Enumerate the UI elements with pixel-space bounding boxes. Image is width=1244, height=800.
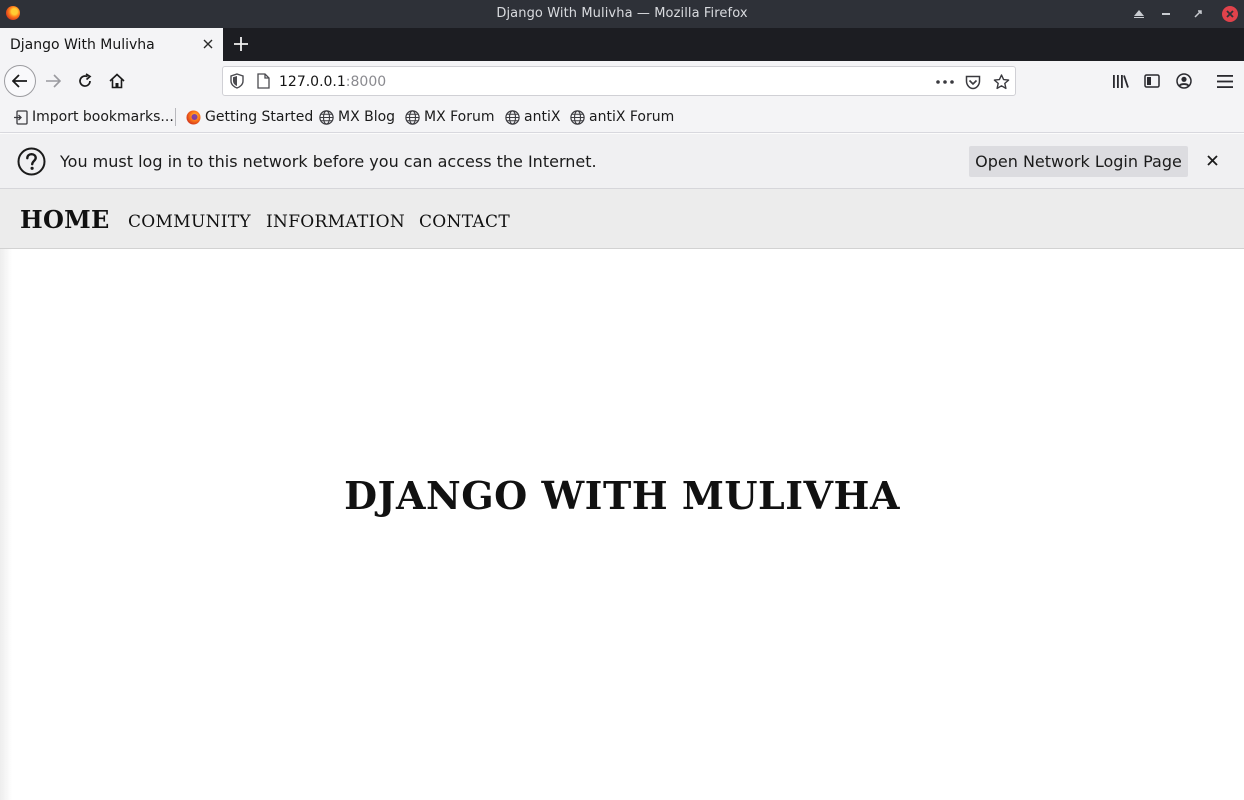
bookmark-label: antiX Forum (589, 109, 675, 125)
nav-community-link[interactable]: COMMUNITY (128, 212, 251, 232)
bookmark-label: Getting Started (205, 109, 314, 125)
bookmark-label: MX Forum (424, 109, 495, 125)
bookmark-label: Import bookmarks... (32, 109, 174, 125)
forward-button[interactable] (38, 66, 68, 96)
bookmark-mx-forum[interactable]: MX Forum (404, 108, 495, 126)
back-button[interactable] (4, 65, 36, 97)
notification-message: You must log in to this network before y… (60, 152, 597, 171)
question-icon (17, 147, 46, 176)
firefox-icon (185, 109, 201, 125)
tab-django[interactable]: Django With Mulivha (0, 28, 223, 61)
import-icon (12, 109, 28, 125)
url-text[interactable]: 127.0.0.1:8000 (279, 74, 386, 90)
page-info-icon[interactable] (257, 73, 270, 93)
reload-icon (79, 73, 92, 87)
hamburger-menu-icon[interactable] (1215, 71, 1235, 91)
tracking-shield-icon[interactable] (230, 73, 244, 93)
site-navbar: HOME COMMUNITY INFORMATION CONTACT (0, 189, 1244, 249)
bookmarks-separator (175, 108, 176, 126)
bookmarks-toolbar: Import bookmarks... Getting Started MX B… (0, 101, 1244, 133)
window-title: Django With Mulivha — Mozilla Firefox (496, 6, 748, 21)
bookmark-label: antiX (524, 109, 561, 125)
captive-portal-notification: You must log in to this network before y… (0, 134, 1244, 189)
open-network-login-button[interactable]: Open Network Login Page (969, 146, 1188, 177)
nav-information-link[interactable]: INFORMATION (266, 212, 405, 232)
close-notification-icon[interactable] (1202, 151, 1222, 171)
pocket-icon[interactable] (963, 72, 983, 92)
url-bar[interactable]: 127.0.0.1:8000 (222, 66, 1016, 96)
keep-above-icon[interactable] (1131, 6, 1147, 22)
bookmark-antix[interactable]: antiX (504, 108, 560, 126)
bookmark-star-icon[interactable] (991, 72, 1011, 92)
url-port: :8000 (345, 74, 387, 90)
plus-icon (234, 37, 248, 51)
sidebar-icon[interactable] (1142, 71, 1162, 91)
close-window-icon[interactable] (1222, 6, 1238, 22)
page-heading: DJANGO WITH MULIVHA (344, 473, 900, 518)
home-icon (109, 73, 125, 89)
back-arrow-icon (12, 74, 27, 88)
home-button[interactable] (102, 66, 132, 96)
forward-arrow-icon (46, 74, 61, 88)
bookmark-mx-blog[interactable]: MX Blog (318, 108, 395, 126)
globe-icon (504, 109, 520, 125)
globe-icon (404, 109, 420, 125)
url-host: 127.0.0.1 (279, 74, 346, 90)
minimize-icon[interactable] (1158, 6, 1174, 22)
page-actions-icon[interactable] (935, 72, 955, 92)
reload-button[interactable] (70, 66, 100, 96)
globe-icon (569, 109, 585, 125)
navigation-toolbar: 127.0.0.1:8000 (0, 61, 1244, 101)
tab-strip: Django With Mulivha (0, 28, 1244, 61)
account-icon[interactable] (1174, 71, 1194, 91)
new-tab-button[interactable] (228, 32, 254, 58)
tab-title: Django With Mulivha (10, 37, 155, 53)
globe-icon (318, 109, 334, 125)
maximize-icon[interactable] (1190, 6, 1206, 22)
bookmark-import[interactable]: Import bookmarks... (12, 108, 174, 126)
tab-close-icon[interactable] (199, 35, 217, 53)
library-icon[interactable] (1110, 71, 1130, 91)
window-titlebar: Django With Mulivha — Mozilla Firefox (0, 0, 1244, 28)
bookmark-label: MX Blog (338, 109, 396, 125)
page-content: HOME COMMUNITY INFORMATION CONTACT DJANG… (0, 189, 1244, 800)
bookmark-getting-started[interactable]: Getting Started (185, 108, 313, 126)
nav-home-link[interactable]: HOME (20, 205, 110, 234)
bookmark-antix-forum[interactable]: antiX Forum (569, 108, 674, 126)
nav-contact-link[interactable]: CONTACT (419, 212, 510, 232)
